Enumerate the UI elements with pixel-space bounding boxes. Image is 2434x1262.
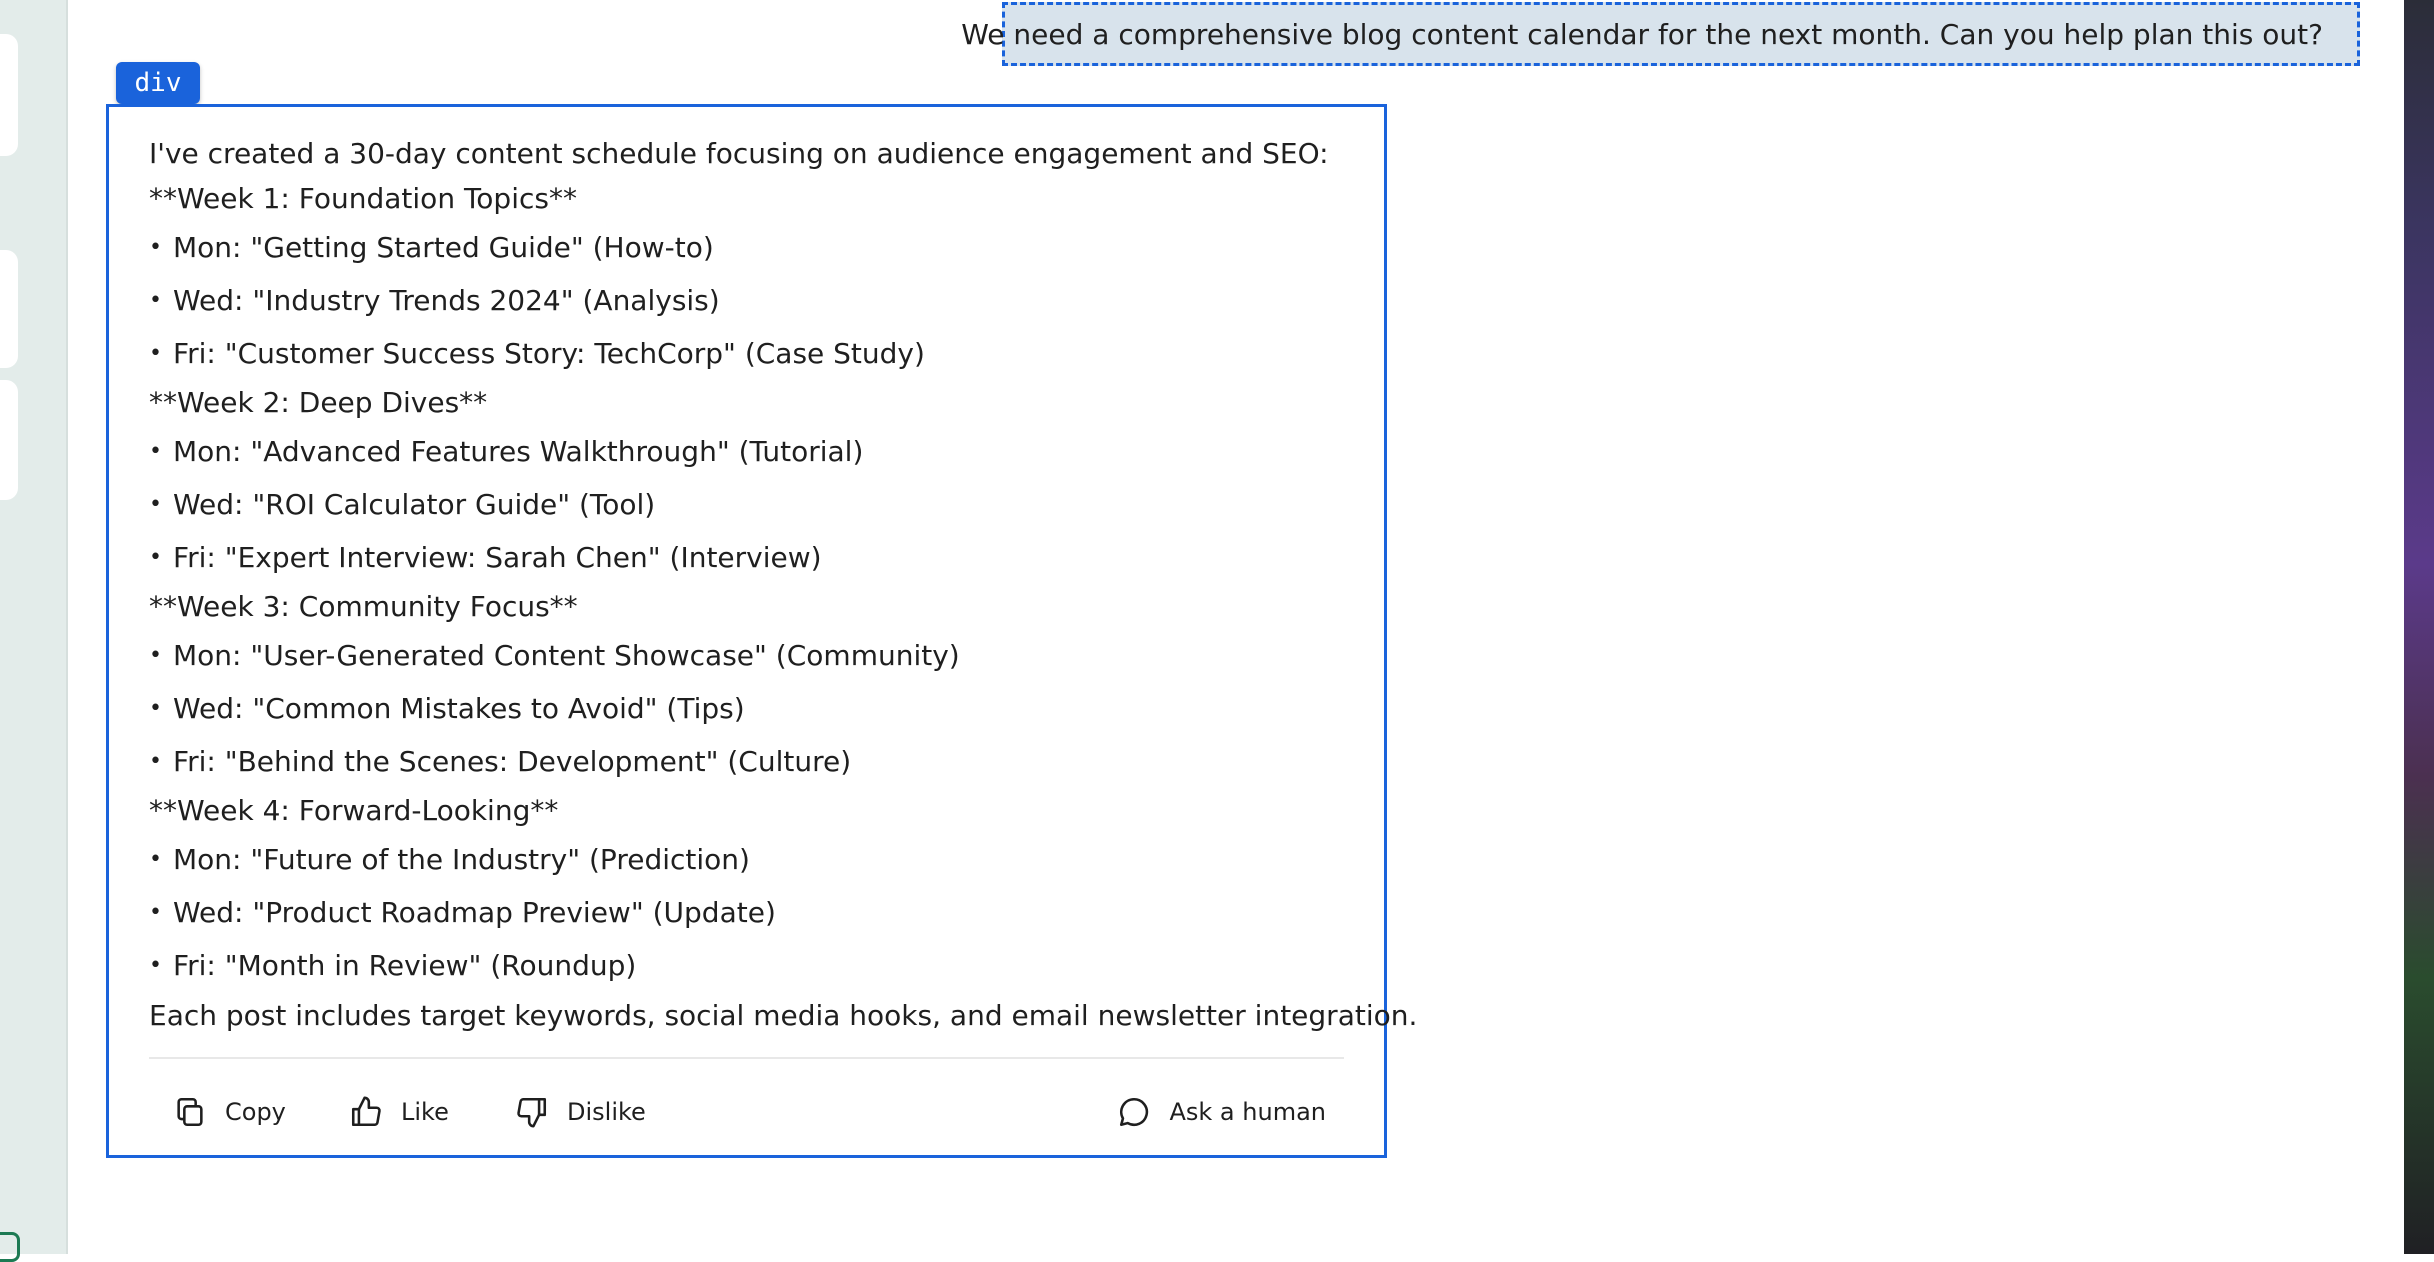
sidebar-corner-icon (0, 1232, 20, 1262)
user-message-text: We need a comprehensive blog content cal… (961, 17, 2323, 51)
list-item: Fri: "Month in Review" (Roundup) (149, 939, 1344, 992)
copy-label: Copy (225, 1098, 286, 1126)
list-item: Wed: "ROI Calculator Guide" (Tool) (149, 478, 1344, 531)
week-heading: **Week 1: Foundation Topics** (149, 182, 577, 215)
copy-button[interactable]: Copy (173, 1087, 286, 1137)
intro-text: I've created a 30-day content schedule f… (149, 137, 1329, 170)
week-heading: **Week 3: Community Focus** (149, 590, 578, 623)
inspector-element-tag: div (116, 62, 200, 104)
list-item: Mon: "User-Generated Content Showcase" (… (149, 629, 1344, 682)
thumbs-down-icon (517, 1097, 547, 1128)
list-item: Fri: "Expert Interview: Sarah Chen" (Int… (149, 531, 1344, 584)
dislike-label: Dislike (567, 1098, 646, 1126)
right-edge-panel (2404, 0, 2434, 1254)
chat-bubble-icon (1120, 1097, 1149, 1127)
sidebar-panel (0, 380, 18, 500)
sidebar-panel (0, 250, 18, 368)
list-item: Wed: "Common Mistakes to Avoid" (Tips) (149, 682, 1344, 735)
list-item: Fri: "Behind the Scenes: Development" (C… (149, 735, 1344, 788)
ask-human-label: Ask a human (1169, 1098, 1326, 1126)
like-label: Like (401, 1098, 449, 1126)
list-item: Mon: "Getting Started Guide" (How-to) (149, 221, 1344, 274)
week-heading: **Week 4: Forward-Looking** (149, 794, 559, 827)
list-item: Fri: "Customer Success Story: TechCorp" … (149, 327, 1344, 380)
thumbs-up-icon (351, 1096, 381, 1127)
divider (149, 1057, 1344, 1059)
list-item: Mon: "Advanced Features Walkthrough" (Tu… (149, 425, 1344, 478)
assistant-message-content: I've created a 30-day content schedule f… (149, 131, 1418, 1038)
sidebar-panel (0, 34, 18, 156)
left-sidebar-strip (0, 0, 68, 1262)
assistant-message-card: I've created a 30-day content schedule f… (106, 104, 1418, 1158)
ask-human-button[interactable]: Ask a human (1117, 1087, 1326, 1137)
list-item: Wed: "Industry Trends 2024" (Analysis) (149, 274, 1344, 327)
user-message-bubble: We need a comprehensive blog content cal… (961, 2, 2360, 66)
outro-text: Each post includes target keywords, soci… (149, 999, 1418, 1032)
message-actions: Copy Like Dislike Ask a human (173, 1087, 1326, 1137)
list-item: Wed: "Product Roadmap Preview" (Update) (149, 886, 1344, 939)
week-heading: **Week 2: Deep Dives** (149, 386, 488, 419)
dislike-button[interactable]: Dislike (515, 1087, 646, 1137)
list-item: Mon: "Future of the Industry" (Predictio… (149, 833, 1344, 886)
copy-icon (177, 1097, 203, 1127)
like-button[interactable]: Like (349, 1087, 449, 1137)
